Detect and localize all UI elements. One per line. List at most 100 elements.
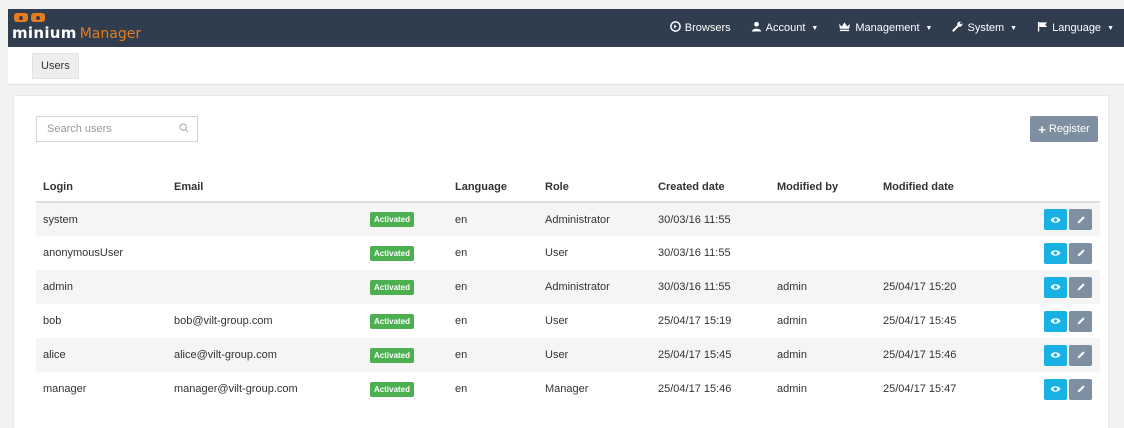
nav-management[interactable]: Management ▼ bbox=[828, 9, 942, 47]
pencil-icon bbox=[1077, 249, 1085, 257]
status-badge[interactable]: Activated bbox=[370, 313, 415, 329]
cell-status: Activated bbox=[363, 270, 448, 304]
cell-modified-date: 25/04/17 15:45 bbox=[883, 315, 957, 327]
edit-button[interactable] bbox=[1069, 276, 1092, 298]
cell-login: system bbox=[36, 202, 167, 236]
user-icon bbox=[751, 21, 762, 35]
eye-icon bbox=[1050, 386, 1061, 392]
cell-email: manager@vilt-group.com bbox=[174, 383, 298, 395]
pencil-icon bbox=[1077, 215, 1085, 223]
eye-icon bbox=[1050, 284, 1061, 290]
search-box bbox=[36, 116, 198, 142]
cell-modified-date: 25/04/17 15:20 bbox=[876, 270, 996, 304]
view-button[interactable] bbox=[1044, 344, 1067, 366]
cell-status: Activated bbox=[363, 304, 448, 338]
table-row: alice alice@vilt-group.com Activated en … bbox=[36, 338, 1100, 372]
status-badge[interactable]: Activated bbox=[370, 212, 415, 227]
breadcrumb-item-users[interactable]: Users bbox=[32, 53, 79, 79]
column-header-language[interactable]: Language bbox=[448, 173, 538, 203]
chevron-down-icon: ▼ bbox=[925, 24, 933, 32]
cell-role: Administrator bbox=[538, 202, 651, 236]
nav-menu: Browsers Account ▼ Management ▼ System ▼ bbox=[660, 9, 1124, 47]
column-header-created-date[interactable]: Created date bbox=[651, 173, 770, 203]
app-logo[interactable]: minium Manager bbox=[12, 13, 141, 43]
cell-modified-date: 25/04/17 15:47 bbox=[883, 383, 957, 395]
cell-login: admin bbox=[36, 270, 167, 304]
plus-icon: + bbox=[1038, 121, 1046, 137]
cell-created-date: 25/04/17 15:19 bbox=[658, 315, 732, 327]
column-header-role[interactable]: Role bbox=[538, 173, 651, 203]
cell-email bbox=[167, 202, 363, 236]
cell-email: alice@vilt-group.com bbox=[167, 338, 363, 372]
cell-modified-date bbox=[876, 202, 996, 236]
column-header-email[interactable]: Email bbox=[167, 173, 363, 203]
status-badge[interactable]: Activated bbox=[370, 279, 415, 295]
edit-button[interactable] bbox=[1069, 344, 1092, 366]
row-actions bbox=[1003, 209, 1100, 230]
logo-subtitle: Manager bbox=[79, 26, 142, 42]
column-header-modified-date[interactable]: Modified date bbox=[876, 173, 996, 203]
cell-created-date: 25/04/17 15:45 bbox=[651, 338, 770, 372]
table-row: admin Activated en Administrator 30/03/1… bbox=[36, 270, 1100, 304]
cell-actions bbox=[996, 304, 1100, 338]
edit-button[interactable] bbox=[1069, 209, 1092, 230]
nav-system[interactable]: System ▼ bbox=[942, 9, 1027, 47]
nav-management-label: Management bbox=[855, 22, 920, 34]
cell-created-date: 30/03/16 11:55 bbox=[658, 247, 731, 259]
row-actions bbox=[1003, 242, 1100, 264]
cell-email bbox=[167, 270, 363, 304]
nav-language-label: Language bbox=[1052, 22, 1102, 34]
nav-language[interactable]: Language ▼ bbox=[1027, 9, 1124, 47]
cell-modified-by: admin bbox=[770, 338, 876, 372]
cell-role: User bbox=[545, 247, 569, 259]
cell-email: bob@vilt-group.com bbox=[174, 315, 273, 327]
table-row: manager manager@vilt-group.com Activated… bbox=[36, 372, 1100, 406]
logo-eyes-icon bbox=[14, 13, 45, 22]
nav-account[interactable]: Account ▼ bbox=[741, 9, 829, 47]
pencil-icon bbox=[1077, 385, 1085, 393]
chevron-down-icon: ▼ bbox=[1010, 24, 1018, 32]
cell-created-date: 30/03/16 11:55 bbox=[651, 270, 770, 304]
search-icon[interactable] bbox=[179, 123, 189, 133]
column-header-login[interactable]: Login bbox=[36, 173, 167, 203]
view-button[interactable] bbox=[1044, 276, 1067, 298]
edit-button[interactable] bbox=[1069, 242, 1092, 264]
cell-actions bbox=[996, 372, 1100, 406]
edit-button[interactable] bbox=[1069, 310, 1092, 332]
row-actions bbox=[1003, 344, 1100, 366]
view-button[interactable] bbox=[1044, 209, 1067, 230]
wrench-icon bbox=[952, 21, 963, 35]
register-button[interactable]: + Register bbox=[1030, 116, 1098, 142]
cell-modified-by: admin bbox=[777, 383, 807, 395]
column-header-actions bbox=[996, 173, 1100, 203]
nav-browsers[interactable]: Browsers bbox=[660, 9, 741, 47]
cell-role: Manager bbox=[545, 383, 589, 395]
view-button[interactable] bbox=[1044, 310, 1067, 332]
cell-login: manager bbox=[43, 383, 87, 395]
status-badge[interactable]: Activated bbox=[370, 381, 415, 397]
status-badge[interactable]: Activated bbox=[370, 245, 415, 261]
breadcrumb: Users bbox=[8, 47, 1124, 85]
cell-modified-by: admin bbox=[777, 315, 807, 327]
eye-icon bbox=[1050, 250, 1061, 256]
column-header-status bbox=[363, 173, 448, 203]
view-button[interactable] bbox=[1044, 378, 1067, 400]
table-row: anonymousUser Activated en User 30/03/16… bbox=[36, 236, 1100, 270]
cell-actions bbox=[996, 338, 1100, 372]
chevron-down-icon: ▼ bbox=[811, 24, 819, 32]
cell-modified-date: 25/04/17 15:46 bbox=[876, 338, 996, 372]
users-panel: + Register Login Email Language Role Cre… bbox=[13, 95, 1109, 428]
eye-icon bbox=[1050, 216, 1061, 223]
view-button[interactable] bbox=[1044, 242, 1067, 264]
edit-button[interactable] bbox=[1069, 378, 1092, 400]
column-header-modified-by[interactable]: Modified by bbox=[770, 173, 876, 203]
status-badge[interactable]: Activated bbox=[370, 347, 415, 363]
nav-account-label: Account bbox=[765, 22, 806, 34]
nav-system-label: System bbox=[967, 22, 1005, 34]
table-row: system Activated en Administrator 30/03/… bbox=[36, 202, 1100, 236]
cell-actions bbox=[996, 236, 1100, 270]
row-actions bbox=[1003, 378, 1100, 400]
crown-icon bbox=[838, 21, 851, 35]
search-input[interactable] bbox=[37, 117, 167, 141]
pencil-icon bbox=[1077, 317, 1085, 325]
